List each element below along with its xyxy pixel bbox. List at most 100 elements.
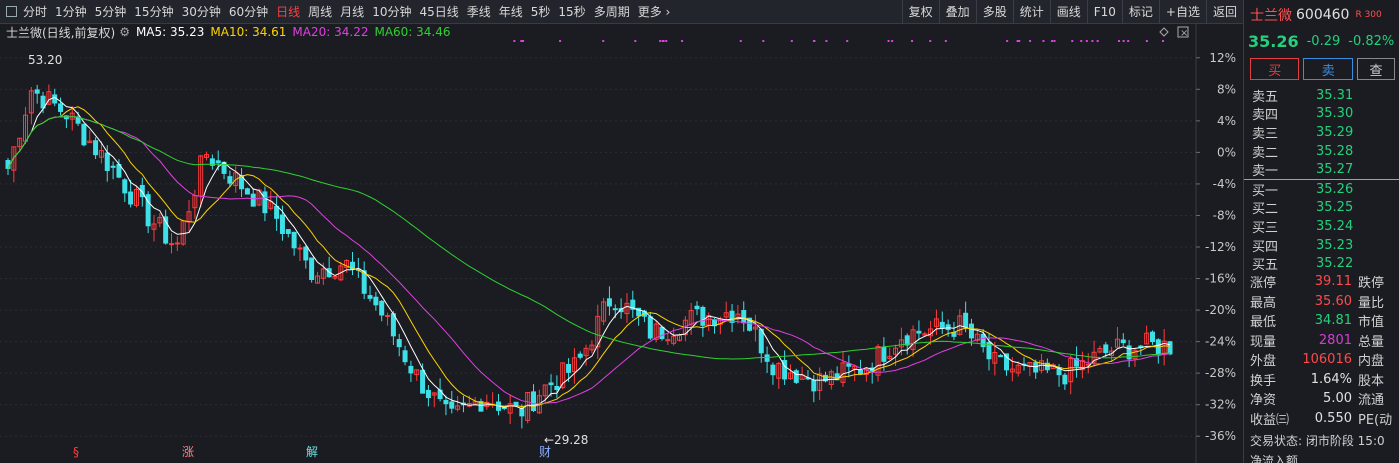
signal-dot (1029, 40, 1032, 42)
candle-body (34, 89, 40, 94)
signal-dot (662, 40, 665, 42)
candle-body (1103, 344, 1109, 354)
stat-label: 外盘 (1250, 354, 1277, 370)
stat-row: 现量 2801 总量 (1244, 331, 1399, 351)
orderbook-row[interactable]: 卖五 35.31 (1244, 86, 1399, 105)
signal-dot (1053, 40, 1056, 42)
orderbook-row[interactable]: 买二 35.25 (1244, 199, 1399, 217)
signal-dot (887, 40, 890, 42)
tool-button[interactable]: 画线 (1049, 0, 1087, 24)
sell-button[interactable]: 卖 (1303, 58, 1353, 80)
kline-chart[interactable]: 12% 8% 4% 0% -4% -8% -12% -16% -20% -24% -28% -32% -… (0, 24, 1243, 463)
stat-row: 净资 5.00 流通 (1244, 389, 1399, 409)
tab-period[interactable]: 季线 (463, 0, 495, 24)
candle-body (443, 399, 449, 405)
orderbook-row[interactable]: 卖二 35.28 (1244, 142, 1399, 161)
tool-button[interactable]: 标记 (1121, 0, 1159, 24)
event-marker: 财 (539, 445, 551, 459)
tab-period[interactable]: 月线 (336, 0, 368, 24)
tab-period[interactable]: 年线 (495, 0, 527, 24)
candle-body (968, 323, 974, 339)
signal-dot (522, 40, 525, 42)
tool-button[interactable]: 统计 (1012, 0, 1050, 24)
buy-button[interactable]: 买 (1250, 58, 1300, 80)
tab-period[interactable]: 45日线 (415, 0, 462, 24)
candle-body (250, 193, 256, 207)
orderbook-price: 35.29 (1316, 124, 1354, 140)
tab-period[interactable]: 分时 (19, 0, 51, 24)
candle-body (110, 165, 116, 168)
orderbook-price: 35.25 (1316, 200, 1354, 216)
stat-value: 1.64% (1310, 371, 1352, 387)
tab-period[interactable]: 15秒 (554, 0, 589, 24)
orderbook-row[interactable]: 卖四 35.30 (1244, 105, 1399, 123)
signal-dot (929, 40, 932, 42)
orderbook-level: 卖三 (1252, 126, 1279, 142)
candle-body (577, 353, 583, 358)
tab-period[interactable]: 5分钟 (91, 0, 131, 24)
stat-value: 35.60 (1314, 293, 1352, 309)
orderbook-row[interactable]: 买一 35.26 (1244, 180, 1399, 199)
quote-header: 士兰微 600460 R 300 (1244, 0, 1399, 30)
expand-icon[interactable] (6, 6, 17, 17)
signal-dot (1091, 40, 1094, 42)
tool-button[interactable]: +自选 (1158, 0, 1206, 24)
tab-period[interactable]: 更多 › (634, 0, 675, 24)
signal-dot (1018, 40, 1021, 42)
y-tick-label: -28% (1205, 366, 1236, 380)
candle-body (168, 243, 174, 246)
y-tick-label: -32% (1205, 398, 1236, 412)
chart-title[interactable]: 士兰微(日线,前复权) (6, 24, 115, 41)
y-tick-label: -4% (1213, 177, 1236, 191)
tool-button[interactable]: 叠加 (938, 0, 976, 24)
tab-period[interactable]: 日线 (272, 0, 304, 24)
candle-body (309, 257, 315, 280)
signal-dot (1006, 40, 1009, 42)
stat-label-2: 内盘 (1358, 354, 1385, 370)
candle-body (5, 160, 11, 169)
candle-body (963, 312, 969, 328)
orderbook-row[interactable]: 卖一 35.27 (1244, 160, 1399, 179)
candle-body (729, 310, 735, 323)
orderbook-row[interactable]: 买四 35.23 (1244, 236, 1399, 255)
tab-period[interactable]: 15分钟 (130, 0, 177, 24)
candle-body (554, 385, 560, 391)
stat-value: 0.550 (1314, 410, 1352, 426)
tab-period[interactable]: 60分钟 (225, 0, 272, 24)
orderbook-row[interactable]: 卖三 35.29 (1244, 123, 1399, 142)
orderbook-price: 35.31 (1316, 87, 1354, 103)
query-button[interactable]: 查 (1356, 58, 1396, 80)
candle-body (449, 401, 455, 409)
tab-period[interactable]: 多周期 (590, 0, 634, 24)
signal-dot (559, 40, 562, 42)
settings-icon[interactable]: ⚙ (119, 25, 130, 39)
stat-value: 39.11 (1314, 274, 1352, 290)
candle-body (379, 300, 385, 316)
candle-body (408, 365, 414, 374)
tab-period[interactable]: 30分钟 (178, 0, 225, 24)
tab-period[interactable]: 10分钟 (368, 0, 415, 24)
tab-period[interactable]: 周线 (304, 0, 336, 24)
orderbook-row[interactable]: 买五 35.22 (1244, 254, 1399, 273)
y-tick-label: 8% (1217, 82, 1236, 96)
tool-button[interactable]: 复权 (901, 0, 939, 24)
orderbook-price: 35.22 (1316, 256, 1354, 272)
tab-period[interactable]: 5秒 (527, 0, 555, 24)
stock-name: 士兰微 (1250, 8, 1292, 24)
stat-value: 34.81 (1314, 313, 1352, 329)
orderbook-row[interactable]: 买三 35.24 (1244, 217, 1399, 236)
y-tick-label: -16% (1205, 272, 1236, 286)
y-tick-label: -8% (1213, 208, 1236, 222)
signal-dot (891, 40, 894, 42)
tool-button[interactable]: 返回 (1205, 0, 1243, 24)
signal-dot (1145, 40, 1148, 42)
signal-dot (846, 40, 849, 42)
tool-button[interactable]: F10 (1086, 0, 1122, 24)
stat-row: 最高 35.60 量比 (1244, 292, 1399, 312)
tab-period[interactable]: 1分钟 (51, 0, 91, 24)
signal-dot (659, 40, 662, 42)
signal-dot (602, 40, 605, 42)
tool-button[interactable]: 多股 (975, 0, 1013, 24)
y-tick-label: 12% (1209, 51, 1236, 65)
stat-label: 涨停 (1250, 276, 1277, 292)
